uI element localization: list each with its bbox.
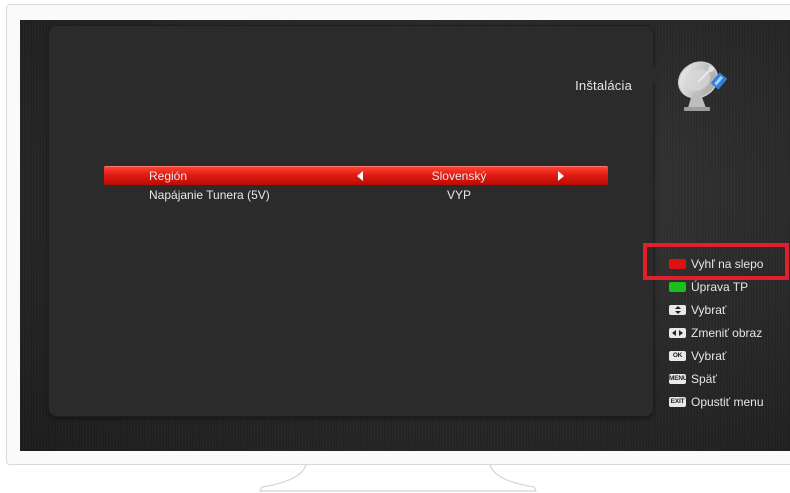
up-down-key-icon <box>669 304 686 315</box>
satellite-dish-icon <box>677 61 728 111</box>
help-item-select[interactable]: Vybrať <box>669 298 790 321</box>
title-pointer-icon <box>653 66 662 84</box>
arrow-right-icon[interactable] <box>558 171 564 181</box>
menu-key-icon: MENU <box>669 373 688 384</box>
help-item-exit[interactable]: EXIT Opustiť menu <box>669 390 790 413</box>
region-value: Slovenský <box>431 169 487 183</box>
green-key-icon <box>669 281 686 292</box>
help-label: Zmeniť obraz <box>691 325 763 340</box>
help-item-ok[interactable]: OK Vybrať <box>669 344 790 367</box>
menu-row-region[interactable]: Región Slovenský <box>104 166 608 185</box>
tv-stand <box>259 463 537 492</box>
region-label: Región <box>149 169 188 183</box>
menu-panel: Inštalácia Región Slovenský Napájanie Tu… <box>49 26 653 416</box>
menu-row-tuner-power[interactable]: Napájanie Tunera (5V) VYP <box>104 185 608 204</box>
help-label: Vybrať <box>691 302 727 317</box>
tuner-power-value: VYP <box>446 188 471 202</box>
help-label: Späť <box>691 371 717 386</box>
tuner-power-label: Napájanie Tunera (5V) <box>149 188 270 202</box>
help-item-change-image[interactable]: Zmeniť obraz <box>669 321 790 344</box>
menu-title: Inštalácia <box>575 78 632 93</box>
ok-key-icon: OK <box>669 350 686 361</box>
help-label: Opustiť menu <box>691 394 764 409</box>
exit-key-icon: EXIT <box>669 396 686 407</box>
left-right-key-icon <box>669 327 686 338</box>
tv-screen: Inštalácia Región Slovenský Napájanie Tu… <box>20 20 790 451</box>
help-label: Vybrať <box>691 348 727 363</box>
help-item-back[interactable]: MENU Späť <box>669 367 790 390</box>
highlight-box <box>643 243 789 280</box>
help-label: Úprava TP <box>691 279 749 294</box>
